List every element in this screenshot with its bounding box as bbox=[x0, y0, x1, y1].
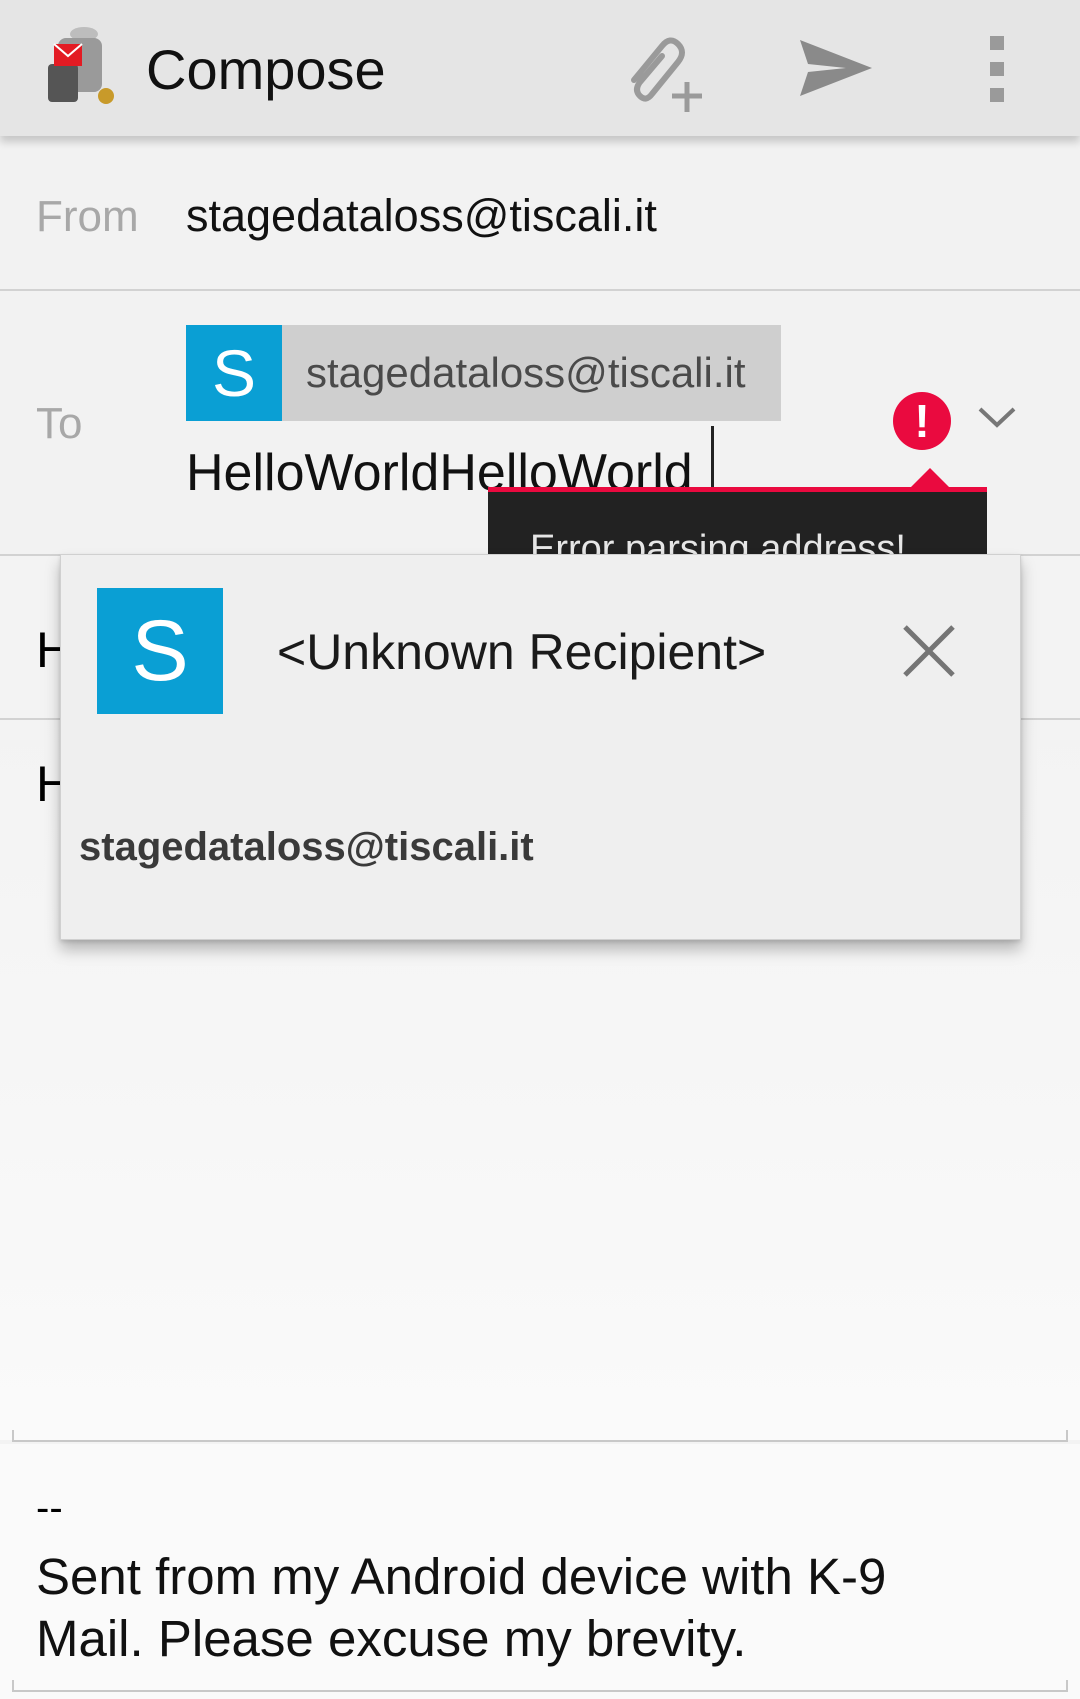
error-popup-pointer bbox=[910, 468, 950, 488]
recipient-chip-address: stagedataloss@tiscali.it bbox=[306, 349, 746, 396]
body-divider bbox=[12, 1430, 1068, 1442]
suggestion-name: <Unknown Recipient> bbox=[277, 624, 767, 680]
signature-divider bbox=[12, 1680, 1068, 1692]
signature-area[interactable]: -- Sent from my Android device with K-9 … bbox=[0, 1444, 1080, 1699]
signature-separator: -- bbox=[36, 1486, 63, 1530]
suggestion-avatar: S bbox=[97, 588, 223, 714]
error-icon[interactable]: ! bbox=[893, 392, 951, 450]
chevron-down-icon[interactable] bbox=[974, 403, 1020, 433]
suggestion-email: stagedataloss@tiscali.it bbox=[79, 825, 534, 869]
from-account[interactable]: stagedataloss@tiscali.it bbox=[186, 190, 657, 242]
page-title: Compose bbox=[146, 38, 386, 101]
recipient-chip[interactable]: S stagedataloss@tiscali.it bbox=[186, 325, 781, 421]
from-row[interactable]: From stagedataloss@tiscali.it bbox=[0, 136, 1080, 291]
to-label: To bbox=[36, 399, 83, 448]
attach-icon[interactable] bbox=[616, 24, 704, 114]
app-bar: Compose bbox=[0, 0, 1080, 136]
overflow-menu-icon[interactable] bbox=[964, 24, 1030, 114]
signature-text[interactable]: Sent from my Android device with K-9 Mai… bbox=[36, 1546, 996, 1670]
recipient-avatar: S bbox=[186, 325, 282, 421]
send-icon[interactable] bbox=[780, 24, 880, 114]
close-icon[interactable] bbox=[899, 621, 959, 681]
from-label: From bbox=[36, 192, 139, 241]
app-logo-icon bbox=[48, 27, 114, 104]
recipient-suggestion-popup[interactable]: S <Unknown Recipient> stagedataloss@tisc… bbox=[60, 554, 1021, 940]
